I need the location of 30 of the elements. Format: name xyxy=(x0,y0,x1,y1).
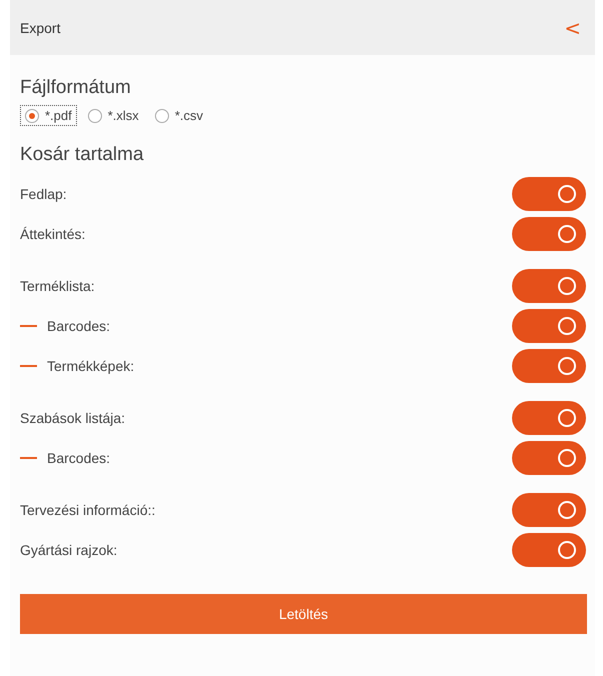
section-title: Fájlformátum xyxy=(20,77,132,99)
option-label: Barcodes: xyxy=(47,318,110,334)
radio-option[interactable]: *.pdf xyxy=(20,105,77,126)
dash-icon xyxy=(20,457,37,459)
toggle-switch[interactable] xyxy=(512,441,586,475)
radio-option[interactable]: *.xlsx xyxy=(82,105,144,126)
toggle-switch[interactable] xyxy=(512,217,586,251)
option-label: Tervezési információ:: xyxy=(20,502,156,518)
toggle-switch[interactable] xyxy=(512,269,586,303)
dash-icon xyxy=(20,365,37,367)
radio-button[interactable] xyxy=(25,108,39,122)
toggle-switch[interactable] xyxy=(512,493,586,527)
option-label: Barcodes: xyxy=(47,450,110,466)
toggle-switch[interactable] xyxy=(512,349,586,383)
dash-icon xyxy=(20,325,37,327)
option-label: Gyártási rajzok: xyxy=(20,542,118,558)
section-title: Kosár tartalma xyxy=(20,144,145,166)
toggle-switch[interactable] xyxy=(512,401,586,435)
toggle-switch[interactable] xyxy=(512,309,586,343)
option-label: Áttekintés: xyxy=(20,226,86,242)
radio-button[interactable] xyxy=(88,108,102,122)
radio-button[interactable] xyxy=(154,108,169,122)
panel-title: Export xyxy=(20,20,60,36)
toggle-switch[interactable] xyxy=(512,177,586,211)
toggle-switch[interactable] xyxy=(512,533,586,567)
radio-option[interactable]: *.csv xyxy=(150,105,208,126)
option-label: Termékképek: xyxy=(47,358,134,374)
option-label: Terméklista: xyxy=(20,278,95,294)
option-label: Fedlap: xyxy=(20,186,67,202)
option-label: Szabások listája: xyxy=(20,410,126,426)
